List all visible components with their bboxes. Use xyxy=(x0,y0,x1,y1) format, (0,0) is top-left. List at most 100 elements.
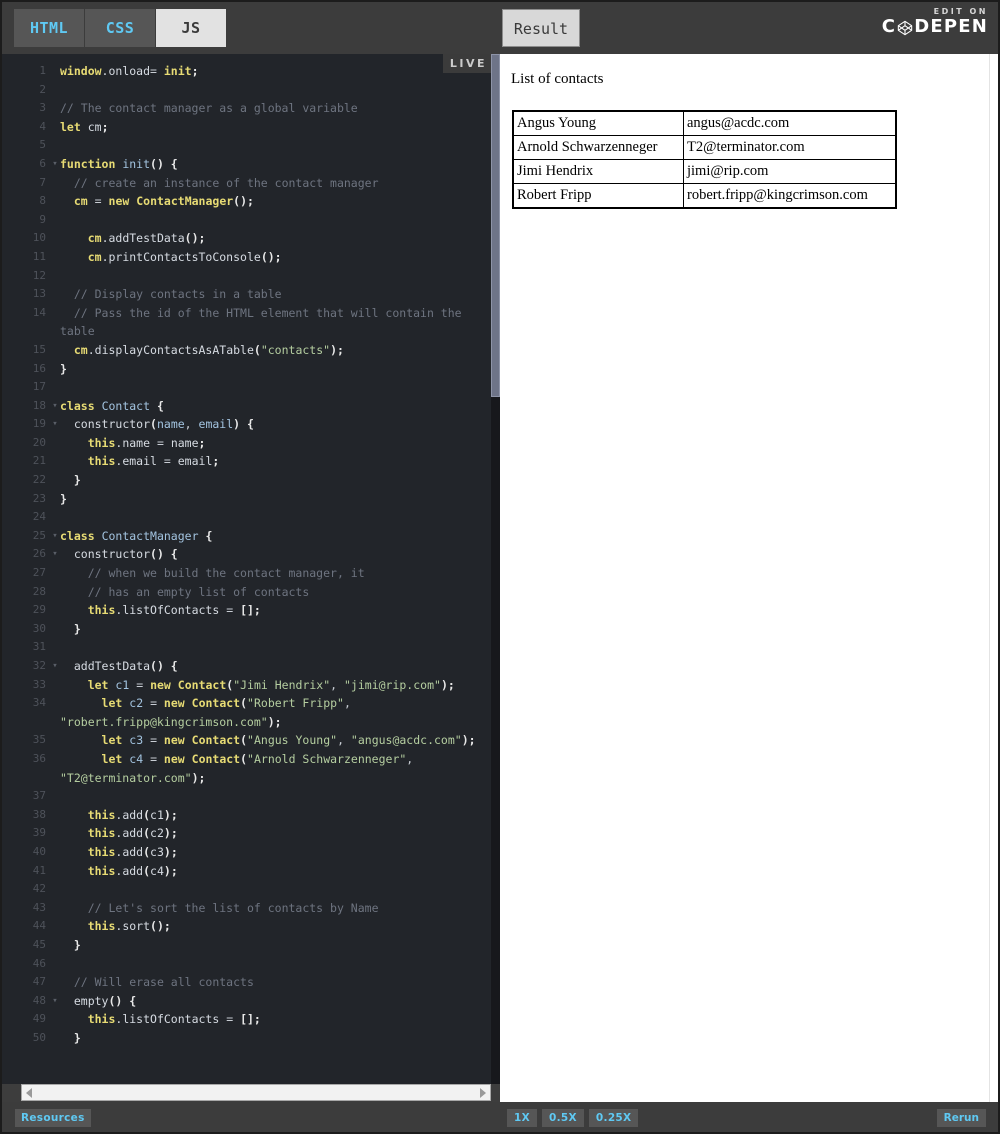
resources-button[interactable]: Resources xyxy=(15,1109,91,1127)
result-vertical-scrollbar[interactable] xyxy=(989,54,998,1102)
code-fold-toggle-icon[interactable]: ▾ xyxy=(50,992,60,1011)
code-line[interactable]: 48 ▾ empty() { xyxy=(2,992,491,1011)
code-line[interactable]: 41 this.add(c4); xyxy=(2,862,491,881)
line-text: window.onload= init; xyxy=(60,64,199,78)
code-line[interactable]: 12 xyxy=(2,267,491,286)
line-number: 6 xyxy=(39,156,46,170)
code-line[interactable]: 15 cm.displayContactsAsATable("contacts"… xyxy=(2,341,491,360)
line-number: 17 xyxy=(32,380,46,394)
line-number: 18 xyxy=(32,398,46,412)
code-line[interactable]: 25 ▾ class ContactManager { xyxy=(2,527,491,546)
code-line[interactable]: 16} xyxy=(2,360,491,379)
code-line[interactable]: 35 let c3 = new Contact("Angus Young", "… xyxy=(2,731,491,750)
code-line[interactable]: 4 let cm; xyxy=(2,118,491,137)
code-line[interactable]: 50 } xyxy=(2,1029,491,1048)
line-number: 39 xyxy=(32,826,46,840)
tab-js[interactable]: JS xyxy=(156,9,226,47)
code-lines-container[interactable]: 1 window.onload= init; 2 3 // The contact m… xyxy=(2,62,491,1047)
code-line[interactable]: 19 ▾ constructor(name, email) { xyxy=(2,415,491,434)
edit-on-codepen-link[interactable]: EDIT ON C DEPEN xyxy=(882,6,988,37)
code-fold-toggle-icon[interactable]: ▾ xyxy=(50,657,60,676)
code-line[interactable]: 39 this.add(c2); xyxy=(2,824,491,843)
result-heading: List of contacts xyxy=(511,71,604,87)
zoom-level-button-0-25x[interactable]: 0.25X xyxy=(588,1109,639,1127)
code-line[interactable]: 3 // The contact manager as a global vari… xyxy=(2,99,491,118)
code-line[interactable]: 43 // Let's sort the list of contacts by… xyxy=(2,899,491,918)
code-line[interactable]: 34 let c2 = new Contact("Robert Fripp", … xyxy=(2,694,491,731)
rerun-button[interactable]: Rerun xyxy=(936,1109,986,1127)
code-line[interactable]: 14 // Pass the id of the HTML element th… xyxy=(2,304,491,341)
code-line[interactable]: 22 } xyxy=(2,471,491,490)
code-line[interactable]: 45 } xyxy=(2,936,491,955)
code-line[interactable]: 37 xyxy=(2,787,491,806)
code-line[interactable]: 13 // Display contacts in a table xyxy=(2,285,491,304)
tab-html[interactable]: HTML xyxy=(14,9,84,47)
line-text: // Pass the id of the HTML element that … xyxy=(60,305,469,339)
line-number: 40 xyxy=(32,844,46,858)
line-number: 31 xyxy=(32,640,46,654)
editor-vertical-scrollbar-track[interactable] xyxy=(491,54,500,1084)
codepen-logo-icon xyxy=(897,20,913,36)
line-text: constructor() { xyxy=(73,547,178,562)
table-row: Robert Fripp robert.fripp@kingcrimson.com xyxy=(512,183,897,209)
result-bottom-bar: 1X 0.5X 0.25X Rerun xyxy=(491,1102,998,1132)
code-line[interactable]: 18 ▾ class Contact { xyxy=(2,397,491,416)
code-line[interactable]: 38 this.add(c1); xyxy=(2,806,491,825)
code-line[interactable]: 11 cm.printContactsToConsole(); xyxy=(2,248,491,267)
code-line[interactable]: 28 // has an empty list of contacts xyxy=(2,583,491,602)
code-line[interactable]: 30 } xyxy=(2,620,491,639)
contact-email-cell: robert.fripp@kingcrimson.com xyxy=(683,183,897,209)
code-line[interactable]: 23} xyxy=(2,490,491,509)
code-line[interactable]: 2 xyxy=(2,81,491,100)
code-line[interactable]: 9 xyxy=(2,211,491,230)
code-line[interactable]: 44 this.sort(); xyxy=(2,917,491,936)
code-line[interactable]: 46 xyxy=(2,955,491,974)
code-line[interactable]: 36 let c4 = new Contact("Arnold Schwarze… xyxy=(2,750,491,787)
contact-email-cell: jimi@rip.com xyxy=(683,159,897,184)
code-fold-toggle-icon[interactable]: ▾ xyxy=(50,527,60,546)
zoom-level-button-1x[interactable]: 1X xyxy=(507,1109,538,1127)
code-fold-toggle-icon[interactable]: ▾ xyxy=(50,155,60,174)
code-line[interactable]: 26 ▾ constructor() { xyxy=(2,545,491,564)
line-number: 44 xyxy=(32,919,46,933)
contact-name-cell: Angus Young xyxy=(512,110,684,136)
code-line[interactable]: 33 let c1 = new Contact("Jimi Hendrix", … xyxy=(2,676,491,695)
code-line[interactable]: 32 ▾ addTestData() { xyxy=(2,657,491,676)
scroll-left-arrow-icon[interactable] xyxy=(26,1088,32,1098)
code-line[interactable]: 40 this.add(c3); xyxy=(2,843,491,862)
code-line[interactable]: 1 window.onload= init; xyxy=(2,62,491,81)
scroll-right-arrow-icon[interactable] xyxy=(480,1088,486,1098)
editor-vertical-scrollbar-thumb[interactable] xyxy=(491,54,500,397)
line-text: cm.printContactsToConsole(); xyxy=(87,249,282,264)
editor-horizontal-scrollbar[interactable] xyxy=(21,1084,491,1101)
line-text: this.add(c4); xyxy=(87,863,178,878)
code-fold-toggle-icon[interactable]: ▾ xyxy=(50,415,60,434)
result-preview-pane: List of contacts Angus Young angus@acdc.c… xyxy=(500,54,998,1102)
line-text: constructor(name, email) { xyxy=(73,417,254,432)
code-line[interactable]: 24 xyxy=(2,508,491,527)
zoom-level-button-0-5x[interactable]: 0.5X xyxy=(542,1109,584,1127)
code-fold-toggle-icon[interactable]: ▾ xyxy=(50,545,60,564)
table-row: Jimi Hendrix jimi@rip.com xyxy=(512,159,897,184)
code-line[interactable]: 8 cm = new ContactManager(); xyxy=(2,192,491,211)
code-line[interactable]: 7 // create an instance of the contact m… xyxy=(2,174,491,193)
code-line[interactable]: 17 xyxy=(2,378,491,397)
tab-css[interactable]: CSS xyxy=(85,9,155,47)
line-text: empty() { xyxy=(73,993,137,1008)
code-line[interactable]: 29 this.listOfContacts = []; xyxy=(2,601,491,620)
tab-result[interactable]: Result xyxy=(502,9,580,47)
code-line[interactable]: 6 ▾ function init() { xyxy=(2,155,491,174)
code-line[interactable]: 5 xyxy=(2,136,491,155)
code-line[interactable]: 42 xyxy=(2,880,491,899)
contact-name-cell: Jimi Hendrix xyxy=(512,159,684,184)
code-line[interactable]: 47 // Will erase all contacts xyxy=(2,973,491,992)
code-line[interactable]: 31 xyxy=(2,638,491,657)
code-line[interactable]: 10 cm.addTestData(); xyxy=(2,229,491,248)
code-line[interactable]: 20 this.name = name; xyxy=(2,434,491,453)
code-line[interactable]: 49 this.listOfContacts = []; xyxy=(2,1010,491,1029)
code-line[interactable]: 21 this.email = email; xyxy=(2,452,491,471)
js-code-editor[interactable]: LIVE 1 window.onload= init; 2 3 // The cont… xyxy=(2,54,491,1084)
line-number: 27 xyxy=(32,566,46,580)
code-fold-toggle-icon[interactable]: ▾ xyxy=(50,397,60,416)
code-line[interactable]: 27 // when we build the contact manager,… xyxy=(2,564,491,583)
